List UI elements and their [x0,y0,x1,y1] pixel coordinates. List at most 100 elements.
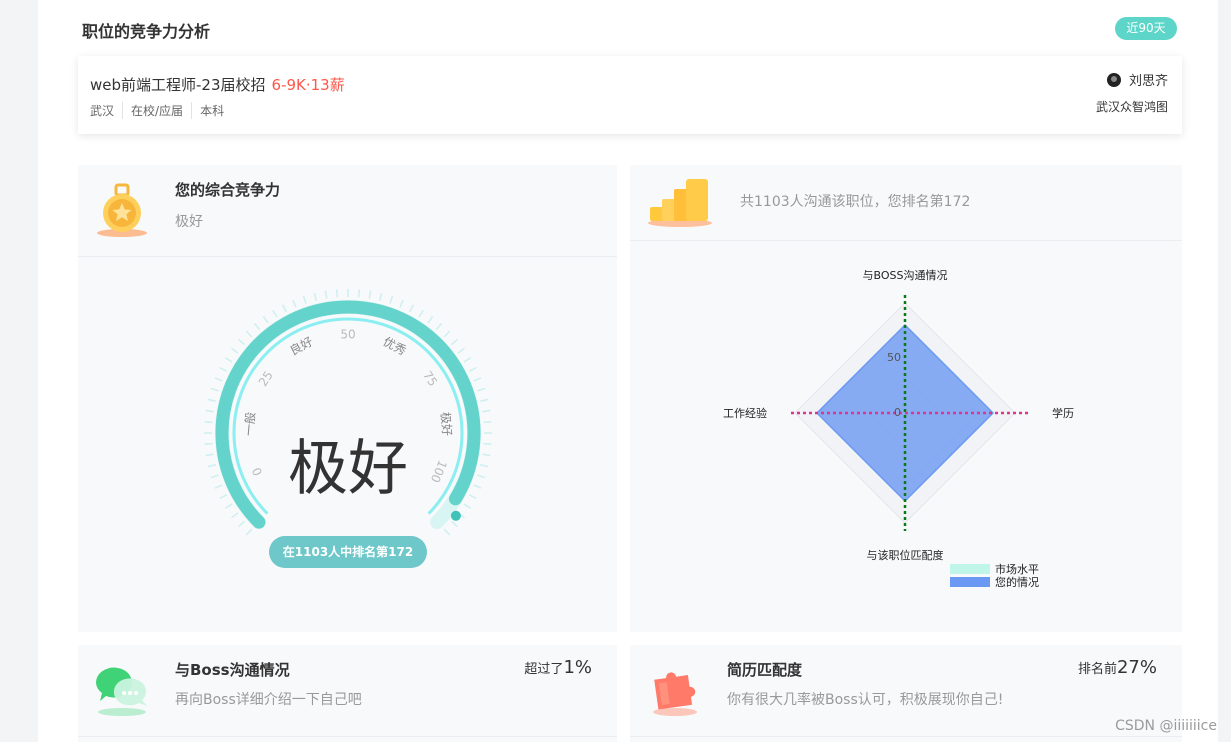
gauge-tick [219,494,228,500]
job-tags: 武汉 在校/应届 本科 [90,102,232,119]
resume-match-subtitle: 你有很大几率被Boss认可，积极展现你自己! [727,692,1004,708]
gauge-tick [207,398,216,402]
boss-comm-stat-prefix: 超过了 [524,662,564,677]
gauge-tick-label: 优秀 [381,334,409,358]
job-title[interactable]: web前端工程师-23届校招 [90,76,266,94]
gauge-tick [463,503,472,509]
chat-icon [95,667,147,716]
gauge-tick [477,387,486,392]
job-tag-degree: 本科 [191,102,232,119]
overall-title: 您的综合竞争力 [175,181,281,199]
radar-axis-label: 与BOSS沟通情况 [863,269,948,282]
gauge-tick [482,409,491,413]
job-salary: 6-9K·13薪 [271,76,345,94]
gauge-tick [480,398,489,402]
gauge-tick-label: 25 [256,368,276,388]
gauge-tick-label: 0 [249,465,265,478]
gauge-tick-label: 100 [428,458,450,485]
gauge-tick-label: 极好 [438,411,454,436]
boss-comm-panel: 与Boss沟通情况 再向Boss详细介绍一下自己吧 超过了1% [78,645,617,742]
legend-label: 您的情况 [995,575,1039,589]
puzzle-icon [653,672,697,716]
gauge-tick [473,484,482,489]
resume-match-stat-value: 27% [1116,657,1157,678]
gauge-tick [480,464,489,468]
gauge-tick [210,474,219,479]
gauge-tick [357,289,361,298]
gauge-tick [389,295,394,304]
gauge-tick [214,484,223,489]
radar-axis-label: 学历 [1052,406,1074,420]
resume-match-stat-prefix: 排名前 [1077,662,1117,677]
gauge-tick [379,292,383,301]
gauge-tick [409,304,415,313]
overall-level: 极好 [175,214,203,230]
job-tag-experience: 在校/应届 [122,102,191,119]
gauge-tick [483,442,492,446]
gauge-tick [210,387,219,392]
company-name[interactable]: 武汉众智鸿图 [1096,98,1168,115]
overall-header: 您的综合竞争力 极好 [78,165,617,257]
gauge-tick [253,323,261,331]
boss-comm-stat-value: 1% [563,657,592,678]
gauge-tick [335,289,339,298]
gauge-indicator-dot [450,510,461,521]
legend-swatch [950,564,990,574]
gauge-tick [245,528,253,536]
gauge-tick [224,357,233,363]
watermark: CSDN @iiiiiiice [1115,718,1217,734]
gauge-tick [368,290,372,299]
legend-swatch [950,577,990,587]
gauge-tick [245,330,253,338]
gauge-tick [204,420,213,424]
gauge-tick [473,377,482,382]
gauge-tick [418,309,424,318]
page: 职位的竞争力分析 近90天 web前端工程师-23届校招 6-9K·13薪 武汉 … [38,0,1218,742]
rank-button[interactable]: 在1103人中排名第172 [269,536,427,568]
gauge-tick [483,420,492,424]
ranking-header: 共1103人沟通该职位，您排名第172 [630,165,1182,241]
gauge-tick [262,316,269,324]
bar-chart-icon [648,179,712,227]
gauge-tick [463,357,472,363]
period-badge[interactable]: 近90天 [1115,17,1177,40]
gauge-tick [231,512,239,519]
gauge-tick [238,338,246,346]
gauge-tick [231,347,239,354]
radar-tick-label: 0 [894,406,901,419]
boss-comm-title: 与Boss沟通情况 [175,661,290,679]
recruiter[interactable]: 刘思齐 [1106,70,1168,89]
radar-axis-label: 与该职位匹配度 [867,548,944,562]
ranking-text: 共1103人沟通该职位，您排名第172 [740,194,971,210]
gauge-tick [450,520,458,528]
gauge-tick [207,464,216,468]
gauge-tick [205,409,214,413]
recruiter-name: 刘思齐 [1128,74,1168,89]
resume-match-panel: 简历匹配度 你有很大几率被Boss认可，积极展现你自己! 排名前27% [630,645,1182,742]
gauge-tick [214,377,223,382]
ranking-panel: 共1103人沟通该职位，您排名第172 0 50 与BOSS沟通情况 学历 与该职位匹配… [630,165,1182,632]
gauge-tick-label: 50 [340,328,355,342]
avatar [1106,72,1121,87]
radar-axis-label: 工作经验 [723,406,767,420]
medal-icon [97,183,147,237]
gauge-tick [224,503,233,509]
gauge-center-text: 极好 [288,434,408,504]
gauge-tick [468,494,477,500]
job-card[interactable]: web前端工程师-23届校招 6-9K·13薪 武汉 在校/应届 本科 刘思齐 武… [78,56,1182,134]
gauge-tick [238,520,246,528]
gauge-tick [443,528,451,536]
boss-comm-stat: 超过了1% [524,657,592,678]
gauge-tick [302,295,307,304]
divider [630,736,1182,737]
legend-label: 市场水平 [995,562,1039,576]
gauge-tick-label: 良好 [287,334,315,359]
gauge-tick [313,292,317,301]
overall-panel: 您的综合竞争力 极好 0 一般 25 良好 50 优秀 75 极好 100 极好 在1103人中… [78,165,617,632]
radar-chart: 0 50 与BOSS沟通情况 学历 与该职位匹配度 工作经验 市场水平 您的情况 [630,242,1182,632]
resume-match-title: 简历匹配度 [727,661,803,679]
gauge-tick [457,347,465,354]
gauge-tick [399,299,404,308]
page-title: 职位的竞争力分析 [82,22,211,41]
gauge-tick [204,442,213,446]
